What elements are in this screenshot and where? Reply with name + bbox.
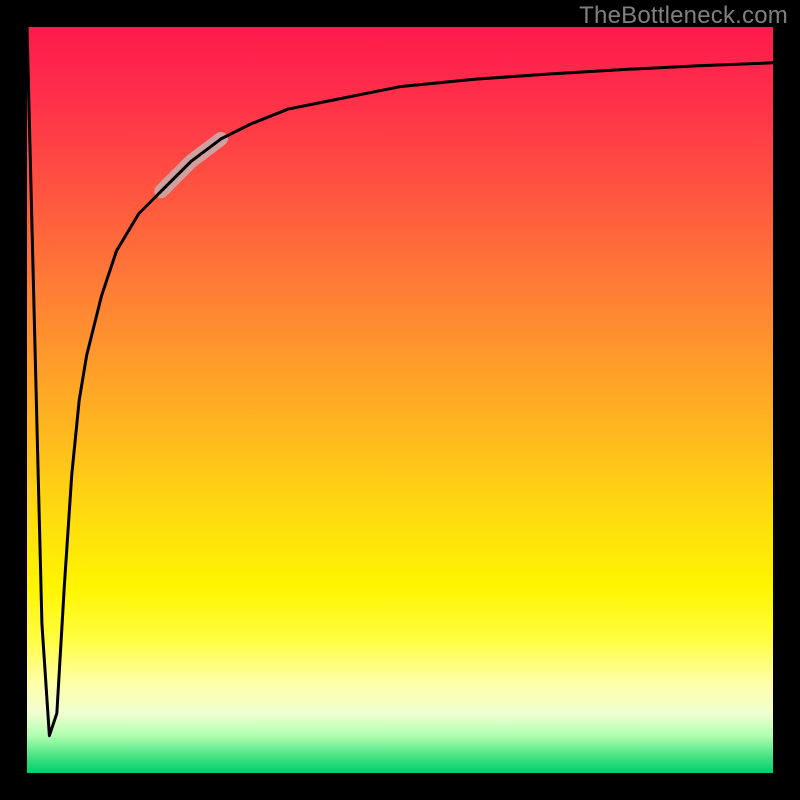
watermark-text: TheBottleneck.com [579,2,788,30]
curve-main [27,27,773,736]
bottleneck-curve [27,27,773,773]
chart-plot-area [27,27,773,773]
